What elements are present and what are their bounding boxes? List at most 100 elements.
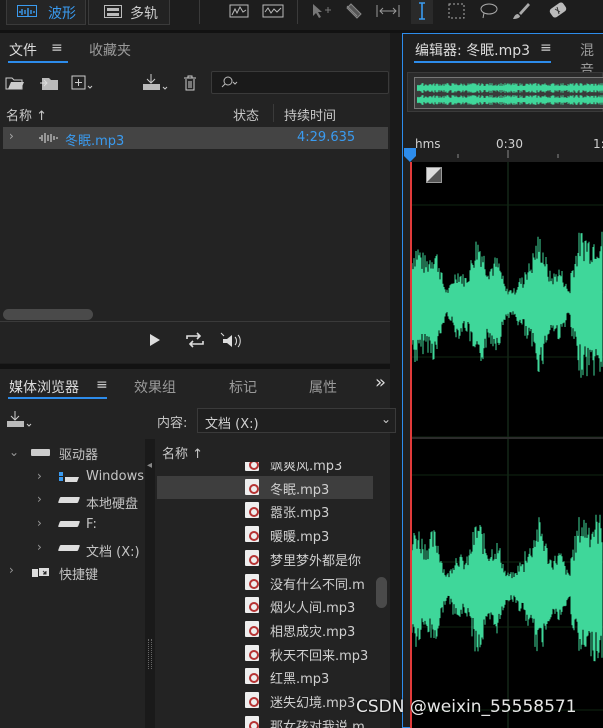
list-item[interactable]: 红黑.mp3 (157, 665, 373, 688)
windows-drive-icon (58, 471, 80, 487)
active-tab-underline (414, 61, 551, 63)
panel-divider[interactable] (390, 33, 402, 728)
waveform-label: 波形 (48, 6, 76, 22)
time-selection-tool-icon[interactable] (411, 0, 433, 24)
collapse-icon[interactable]: ◂ (147, 460, 152, 471)
list-item[interactable]: 相思成灾.mp3 (157, 618, 373, 641)
tab-files[interactable]: 文件 (9, 40, 37, 60)
tab-editor[interactable]: 编辑器: 冬眠.mp3 (415, 40, 530, 60)
mp3-file-icon (245, 644, 259, 661)
tree-local-disk[interactable]: 本地硬盘 (86, 493, 138, 512)
file-name: 烟火人间.mp3 (270, 601, 356, 617)
more-panels-icon[interactable]: » (375, 372, 386, 393)
list-item[interactable]: 冬眠.mp3 (157, 475, 373, 499)
timeline-ruler[interactable]: hms 0:30 1: (410, 132, 603, 158)
active-tab-underline (8, 61, 68, 63)
tab-effects-rack[interactable]: 效果组 (134, 377, 176, 397)
chevron-right-icon[interactable]: › (9, 563, 14, 577)
lasso-tool-icon[interactable] (478, 2, 500, 24)
mp3-file-icon (245, 462, 259, 471)
file-name: 嚣张.mp3 (270, 506, 330, 522)
new-file-icon[interactable] (71, 74, 95, 96)
tab-markers[interactable]: 标记 (229, 377, 257, 397)
file-name: 冬眠.mp3 (65, 134, 125, 149)
media-browser-menu-icon[interactable]: ≡ (96, 377, 108, 393)
chevron-down-icon[interactable]: ⌄ (9, 445, 19, 459)
shortcuts-icon (31, 565, 51, 583)
timeline-tick-label: 0:30 (496, 137, 523, 151)
files-horizontal-scrollbar[interactable] (3, 309, 93, 320)
waveform-icon (17, 5, 37, 17)
pitch-display-icon[interactable] (262, 3, 284, 23)
multitrack-mode-button[interactable]: 多轨 (88, 0, 170, 25)
import-file-icon[interactable] (38, 74, 60, 96)
docs-drive-icon (57, 545, 81, 551)
brush-tool-icon[interactable] (510, 1, 532, 25)
fade-in-handle-icon[interactable] (426, 167, 442, 183)
file-duration: 4:29.635 (297, 130, 356, 145)
razor-tool-icon[interactable] (343, 2, 365, 24)
files-panel-menu-icon[interactable]: ≡ (51, 40, 63, 56)
list-item[interactable]: 飒爽风.mp3 (157, 462, 373, 475)
file-list-scrollbar-track[interactable] (375, 462, 388, 728)
mp3-file-icon (245, 573, 259, 590)
marquee-tool-icon[interactable] (447, 2, 467, 24)
chevron-right-icon[interactable]: › (37, 540, 42, 554)
chevron-right-icon[interactable]: › (37, 492, 42, 506)
open-file-icon[interactable] (5, 75, 25, 95)
timeline-ticks (457, 150, 559, 158)
tree-drives[interactable]: 驱动器 (59, 444, 98, 463)
expand-chevron-icon[interactable]: › (9, 129, 14, 143)
list-item[interactable]: 暖暖.mp3 (157, 523, 373, 546)
col-duration-header[interactable]: 持续时间 (284, 105, 336, 124)
tree-f-drive[interactable]: F: (86, 517, 97, 532)
file-row-selected[interactable]: › 冬眠.mp3 4:29.635 (3, 127, 388, 149)
move-tool-icon[interactable] (310, 2, 332, 24)
toolbar-separator (199, 0, 200, 24)
tab-properties[interactable]: 属性 (309, 377, 337, 397)
content-location-select[interactable]: 文档 (X:) ⌄ (197, 408, 396, 433)
insert-into-multitrack-icon[interactable] (142, 73, 170, 97)
overview-viewport[interactable] (414, 77, 603, 109)
waveform-display[interactable] (410, 162, 603, 728)
tree-docs[interactable]: 文档 (X:) (86, 541, 140, 560)
list-item[interactable]: 那女孩对我说.m (157, 713, 373, 728)
file-name: 梦里梦外都是你 (270, 553, 362, 569)
list-item[interactable]: 秋天不回来.mp3 (157, 642, 373, 665)
slip-tool-icon[interactable] (375, 2, 401, 24)
file-list-scrollbar-thumb[interactable] (376, 577, 387, 608)
tree-list-splitter[interactable]: ◂ (145, 439, 155, 728)
tree-shortcuts[interactable]: 快捷键 (59, 564, 98, 583)
chevron-down-icon: ⌄ (381, 412, 392, 426)
list-name-header[interactable]: 名称 ↑ (162, 443, 203, 462)
chevron-right-icon[interactable]: › (37, 469, 42, 483)
waveform-mode-button[interactable]: 波形 (6, 0, 86, 25)
editor-menu-icon[interactable]: ≡ (540, 40, 552, 56)
spot-healing-tool-icon[interactable] (545, 1, 571, 25)
file-name: 飒爽风.mp3 (270, 462, 343, 474)
timeline-tick-label: 1: (593, 137, 603, 151)
col-divider (273, 104, 274, 122)
list-item[interactable]: 烟火人间.mp3 (157, 594, 373, 617)
list-item[interactable]: 嚣张.mp3 (157, 499, 373, 522)
col-name-header[interactable]: 名称 ↑ (6, 105, 47, 124)
list-item[interactable]: 迷失幻境.mp3 (157, 689, 373, 712)
col-status-header[interactable]: 状态 (233, 105, 259, 124)
autoplay-speaker-icon[interactable] (219, 332, 245, 354)
tree-windows[interactable]: Windows (86, 469, 144, 484)
tab-media-browser[interactable]: 媒体浏览器 (9, 377, 79, 397)
tab-favorites[interactable]: 收藏夹 (89, 40, 131, 60)
list-item[interactable]: 梦里梦外都是你 (157, 547, 373, 570)
mp3-file-icon (245, 668, 259, 685)
delete-icon[interactable] (182, 74, 198, 96)
list-item[interactable]: 没有什么不同.m (157, 571, 373, 594)
play-preview-icon[interactable] (148, 333, 162, 351)
overview-navigator[interactable] (407, 72, 603, 112)
audio-file-icon (38, 132, 58, 148)
chevron-right-icon[interactable]: › (37, 516, 42, 530)
insert-media-icon[interactable] (5, 410, 35, 434)
mp3-file-icon (245, 549, 259, 566)
loop-preview-icon[interactable] (184, 332, 206, 352)
spectral-display-icon[interactable] (229, 3, 249, 23)
search-input[interactable] (211, 71, 389, 94)
